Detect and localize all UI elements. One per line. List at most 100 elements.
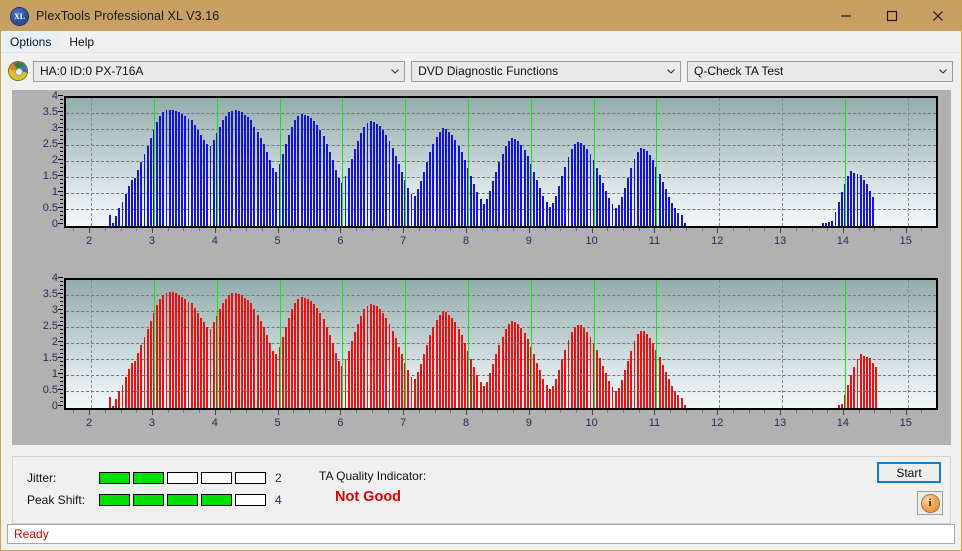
x-axis-tick: [340, 410, 342, 415]
x-axis-tick: [89, 228, 91, 233]
chart-bar: [413, 378, 416, 408]
chart-bar: [328, 335, 331, 408]
chart-bar: [156, 122, 159, 226]
marker-line: [405, 98, 407, 226]
y-axis-minor-tick: [60, 103, 63, 104]
y-axis-minor-tick: [60, 215, 63, 216]
y-axis-minor-tick: [60, 285, 63, 286]
y-axis-tick: [58, 159, 63, 160]
chart-bar: [850, 375, 853, 408]
x-axis-tick: [717, 228, 719, 233]
drive-select[interactable]: HA:0 ID:0 PX-716A: [33, 60, 406, 82]
chart-bar: [228, 295, 231, 408]
y-axis-label: 2.5: [42, 138, 58, 150]
y-axis-minor-tick: [60, 155, 63, 156]
start-button[interactable]: Start: [877, 462, 941, 483]
chart-bar: [859, 174, 862, 226]
plot-area-pit: [64, 278, 938, 410]
ta-test-chart-land: 0 0.5 1 1.5 2 2.5 3 3.5 4 2 3 4 5 6 7 8 9 10 11 12 13 14 15: [12, 90, 951, 262]
chart-bar: [451, 134, 454, 226]
chart-bar: [112, 222, 115, 226]
chart-bar: [658, 174, 661, 226]
x-axis-tick: [654, 228, 656, 233]
chart-bar: [520, 328, 523, 408]
x-axis-minor-tick: [167, 410, 169, 413]
chart-bar: [165, 292, 168, 408]
chart-bar: [558, 186, 561, 226]
x-axis-minor-tick: [921, 410, 923, 413]
chart-bar: [206, 327, 209, 408]
close-icon[interactable]: [915, 1, 961, 31]
info-button[interactable]: i: [917, 491, 943, 515]
y-axis-label: 0: [51, 400, 58, 412]
chart-bar: [178, 295, 181, 408]
chart-bar: [441, 311, 444, 408]
menu-bar: Options Help: [1, 31, 961, 53]
chart-bar: [316, 308, 319, 408]
chart-bar: [413, 195, 416, 226]
chart-bar: [140, 162, 143, 226]
chart-bar: [310, 117, 312, 226]
chart-bar: [108, 214, 111, 226]
chart-bar: [507, 324, 510, 408]
chart-bar: [187, 301, 190, 408]
chart-bar: [463, 160, 466, 226]
x-axis-minor-tick: [858, 228, 860, 231]
chart-bar: [313, 121, 316, 226]
x-axis-tick: [654, 410, 656, 415]
x-axis-minor-tick: [230, 228, 232, 231]
chart-bar: [624, 187, 627, 226]
function-select[interactable]: DVD Diagnostic Functions: [411, 60, 682, 82]
meter-segment: [235, 494, 266, 506]
y-axis-minor-tick: [60, 397, 63, 398]
chart-bar: [196, 130, 199, 226]
x-axis-minor-tick: [418, 410, 420, 413]
x-axis-minor-tick: [387, 410, 389, 413]
chart-bar: [485, 381, 488, 408]
x-axis-label: 8: [462, 417, 470, 429]
chart-bar: [140, 344, 143, 408]
chart-bar: [821, 222, 824, 226]
y-axis-label: 1: [51, 368, 58, 380]
chart-bar: [448, 314, 451, 408]
x-axis-tick: [403, 410, 405, 415]
y-axis-tick: [58, 325, 63, 326]
chart-bar: [259, 320, 262, 408]
maximize-icon[interactable]: [869, 1, 915, 31]
chart-bar: [595, 167, 598, 226]
minimize-icon[interactable]: [823, 1, 869, 31]
meter-segment: [99, 494, 130, 506]
x-axis-land: 2 3 4 5 6 7 8 9 10 11 12 13 14 15: [64, 228, 938, 258]
chart-bar: [460, 152, 463, 226]
chart-bar: [171, 292, 174, 408]
chart-bar: [130, 362, 133, 408]
chart-bar: [331, 160, 334, 226]
chart-bar: [350, 341, 353, 408]
x-axis-minor-tick: [308, 410, 310, 413]
chart-bar: [551, 385, 554, 408]
charts-panel: 0 0.5 1 1.5 2 2.5 3 3.5 4 2 3 4 5 6 7 8 9 10 11 12 13 14 15 0…: [12, 90, 951, 445]
x-axis-minor-tick: [575, 228, 577, 231]
chart-bar: [388, 324, 391, 408]
chart-bar: [391, 330, 394, 408]
chart-bar: [834, 211, 837, 226]
test-select[interactable]: Q-Check TA Test: [687, 60, 953, 82]
x-axis-minor-tick: [497, 228, 499, 231]
marker-line: [593, 280, 595, 408]
chart-bar: [853, 173, 856, 226]
chart-bar: [363, 126, 366, 226]
y-axis-minor-tick: [60, 219, 63, 220]
x-axis-minor-tick: [685, 228, 687, 231]
chart-bar: [300, 296, 303, 408]
y-axis-tick: [58, 405, 63, 406]
chart-bar: [498, 344, 501, 408]
meter-segment: [133, 472, 164, 484]
menu-item-options[interactable]: Options: [1, 31, 61, 52]
chart-bar: [407, 370, 410, 408]
chart-bar: [218, 126, 221, 226]
x-axis-minor-tick: [183, 410, 185, 413]
x-axis-label: 8: [462, 235, 470, 247]
menu-item-help[interactable]: Help: [60, 31, 103, 52]
x-axis-tick: [277, 410, 279, 415]
x-axis-minor-tick: [623, 228, 625, 231]
